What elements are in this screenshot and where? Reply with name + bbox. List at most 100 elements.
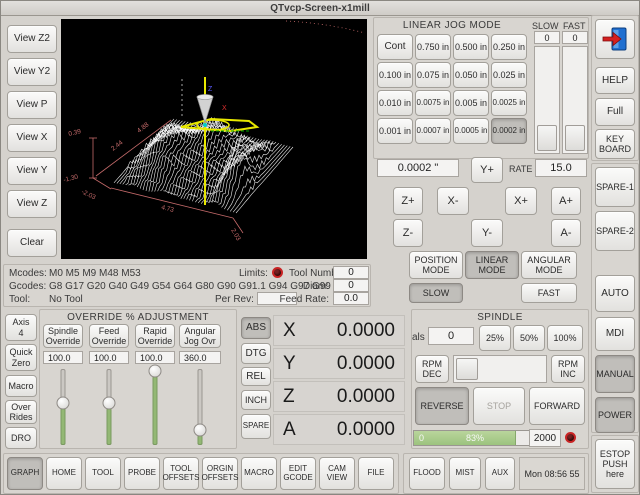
tab-home[interactable]: HOME [46,457,82,490]
spindle-override-button[interactable]: Spindle Override [43,324,83,348]
full-button[interactable]: Full [595,98,635,126]
estop-button[interactable]: ESTOP PUSH here [595,439,635,489]
fast-jog-slider[interactable] [562,46,588,154]
mist-button[interactable]: MIST [449,457,481,490]
manual-button[interactable]: MANUAL [595,355,635,393]
tab-tool-offsets[interactable]: TOOL OFFSETS [163,457,199,490]
jog-increment-0010[interactable]: 0.010 in [377,90,413,116]
jog-y-minus-button[interactable]: Y- [471,219,503,247]
spindle-100pct-button[interactable]: 100% [547,325,583,351]
power-button[interactable]: POWER [595,397,635,433]
axis-4-button[interactable]: Axis 4 [5,314,37,341]
jog-increment-0100[interactable]: 0.100 in [377,62,413,88]
flood-button[interactable]: FLOOD [409,457,445,490]
view-z2-button[interactable]: View Z2 [7,25,57,53]
jog-increment-0005[interactable]: 0.005 in [453,90,489,116]
view-z-button[interactable]: View Z [7,190,57,218]
spare-1-button[interactable]: SPARE-1 [595,167,635,207]
spindle-reverse-button[interactable]: REVERSE [415,387,469,425]
jog-increment-0250[interactable]: 0.250 in [491,34,527,60]
jog-a-plus-button[interactable]: A+ [551,187,581,215]
linear-mode-button[interactable]: LINEAR MODE [465,251,519,279]
jog-x-plus-button[interactable]: X+ [505,187,537,215]
angular-jog-override-handle[interactable] [194,423,207,436]
rapid-override-slider[interactable] [145,369,165,445]
macro-side-button[interactable]: Macro [5,375,37,397]
angular-jog-override-slider[interactable] [190,369,210,445]
rapid-override-handle[interactable] [149,365,162,378]
title-bar[interactable]: QTvcp-Screen-x1mill [1,1,639,16]
spare-2-button[interactable]: SPARE-2 [595,211,635,251]
fast-slider-handle[interactable] [565,125,585,151]
inch-button[interactable]: INCH [241,390,271,410]
view-y-button[interactable]: View Y [7,157,57,185]
tab-macro[interactable]: MACRO [241,457,277,490]
slow-jog-slider[interactable] [534,46,560,154]
rapid-override-button[interactable]: Rapid Override [135,324,175,348]
spindle-override-slider[interactable] [53,369,73,445]
slow-slider-handle[interactable] [537,125,557,151]
dro-side-button[interactable]: DRO [5,427,37,449]
spindle-25pct-button[interactable]: 25% [479,325,511,351]
jog-increment-0500[interactable]: 0.500 in [453,34,489,60]
mdi-button[interactable]: MDI [595,317,635,351]
auto-button[interactable]: AUTO [595,275,635,312]
jog-increment-0075[interactable]: 0.075 in [415,62,451,88]
spindle-speed-slider[interactable] [453,355,547,383]
jog-increment-0025[interactable]: 0.025 in [491,62,527,88]
gcode-3d-preview[interactable]: 0.39 -1.30 2.44 4.88 4.73 2.03 -2.03 Z X [61,19,367,259]
feed-override-slider[interactable] [99,369,119,445]
tab-cam-view[interactable]: CAM VIEW [319,457,355,490]
spindle-override-handle[interactable] [57,397,70,410]
abs-button[interactable]: ABS [241,317,271,339]
view-y2-button[interactable]: View Y2 [7,58,57,86]
angular-mode-button[interactable]: ANGULAR MODE [521,251,577,279]
rpm-dec-button[interactable]: RPM DEC [415,355,449,383]
spare-dro-button[interactable]: SPARE [241,414,271,439]
jog-increment-0050[interactable]: 0.050 in [453,62,489,88]
jog-z-minus-button[interactable]: Z- [393,219,423,247]
exit-button[interactable] [595,19,635,59]
jog-increment-0750[interactable]: 0.750 in [415,34,451,60]
view-x-button[interactable]: View X [7,124,57,152]
tab-tool[interactable]: TOOL [85,457,121,490]
jog-increment-0001[interactable]: 0.001 in [377,118,413,144]
rel-button[interactable]: REL [241,367,271,386]
spindle-rpm-setting[interactable]: 2000 [529,429,561,447]
jog-a-minus-button[interactable]: A- [551,219,581,247]
jog-y-plus-button[interactable]: Y+ [471,157,503,183]
feed-override-handle[interactable] [103,397,116,410]
jog-z-plus-button[interactable]: Z+ [393,187,423,215]
tab-graph[interactable]: GRAPH [7,457,43,490]
keyboard-button[interactable]: KEY BOARD [595,129,635,159]
overrides-button[interactable]: Over Rides [5,400,37,424]
angular-jog-override-button[interactable]: Angular Jog Ovr [179,324,221,348]
aux-button[interactable]: AUX [485,457,515,490]
tab-orgin-offsets[interactable]: ORGIN OFFSETS [202,457,238,490]
view-p-button[interactable]: View P [7,91,57,119]
tab-probe[interactable]: PROBE [124,457,160,490]
tab-edit-gcode[interactable]: EDIT GCODE [280,457,316,490]
jog-increment-00002[interactable]: 0.0002 in [491,118,527,144]
rpm-inc-button[interactable]: RPM INC [551,355,585,383]
jog-increment-00025[interactable]: 0.0025 in [491,90,527,116]
position-mode-button[interactable]: POSITION MODE [409,251,463,279]
slow-speed-button[interactable]: SLOW [409,283,463,303]
jog-x-minus-button[interactable]: X- [437,187,469,215]
quick-zero-button[interactable]: Quick Zero [5,344,37,371]
spindle-stop-button[interactable]: STOP [473,387,525,425]
jog-increment-00075[interactable]: 0.0075 in [415,90,451,116]
exit-icon [600,24,630,54]
clear-button[interactable]: Clear [7,229,57,257]
spindle-50pct-button[interactable]: 50% [513,325,545,351]
spindle-forward-button[interactable]: FORWARD [529,387,585,425]
fast-speed-button[interactable]: FAST [521,283,577,303]
jog-increment-00007[interactable]: 0.0007 in [415,118,451,144]
jog-increment-cont[interactable]: Cont [377,34,413,60]
feed-override-button[interactable]: Feed Override [89,324,129,348]
spindle-slider-handle[interactable] [456,358,478,380]
tab-file[interactable]: FILE [358,457,394,490]
jog-increment-00005[interactable]: 0.0005 in [453,118,489,144]
dtg-button[interactable]: DTG [241,343,271,364]
help-button[interactable]: HELP [595,67,635,94]
